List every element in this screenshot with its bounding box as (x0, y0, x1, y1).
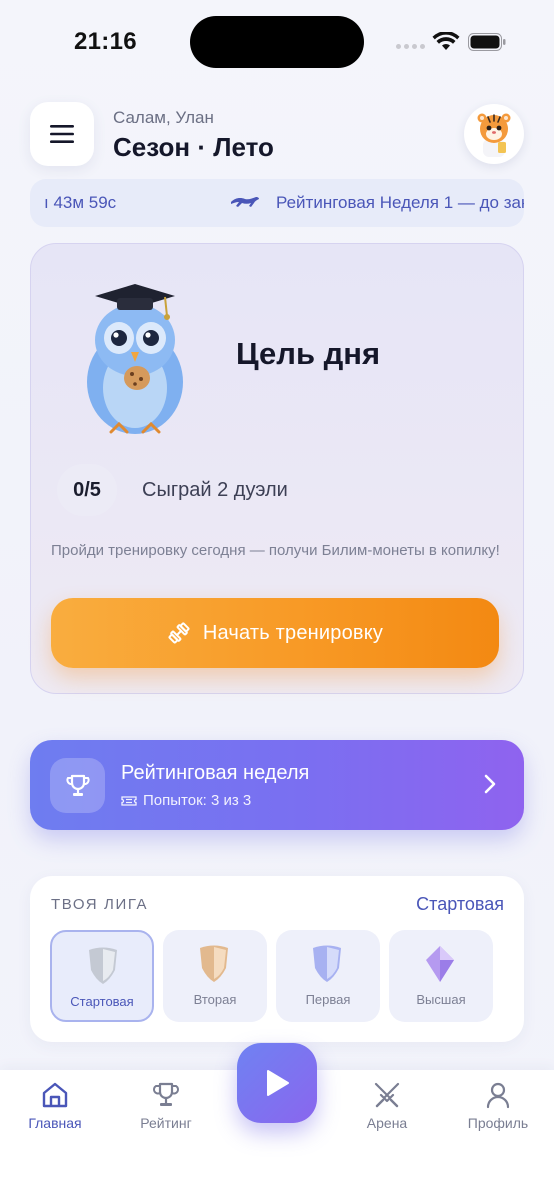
league-tier-starter[interactable]: Стартовая (50, 930, 154, 1022)
rating-week-title: Рейтинговая неделя (121, 762, 310, 784)
swords-icon (374, 1082, 400, 1108)
goal-progress-counter: 0/5 (57, 464, 117, 516)
trophy-icon (153, 1082, 179, 1106)
diamond-icon (426, 946, 454, 982)
league-current[interactable]: Стартовая (416, 894, 504, 915)
league-tier-second[interactable]: Вторая (163, 930, 267, 1022)
tier-label: Высшая (416, 992, 466, 1007)
nav-home-label: Главная (28, 1115, 82, 1131)
goal-note: Пройди тренировку сегодня — получи Билим… (51, 542, 500, 559)
tier-label: Первая (305, 992, 351, 1007)
announcement-ticker[interactable]: ı 43м 59с Рейтинговая Неделя 1 — до закр (30, 179, 524, 227)
battery-icon (468, 33, 506, 51)
goal-task: Сыграй 2 дуэли (142, 479, 288, 501)
rating-week-banner[interactable]: Рейтинговая неделя Попыток: 3 из 3 (30, 740, 524, 830)
ticker-message: Рейтинговая Неделя 1 — до закр (276, 193, 524, 212)
tier-label: Стартовая (70, 994, 134, 1009)
trophy-icon (65, 774, 90, 796)
league-card: ТВОЯ ЛИГА Стартовая Стартовая Вторая Пер… (30, 876, 524, 1042)
status-bar: 21:16 (0, 0, 554, 84)
page-title: Сезон · Лето (113, 132, 274, 162)
hamburger-icon (50, 125, 74, 143)
menu-button[interactable] (30, 102, 94, 166)
league-tier-first[interactable]: Первая (276, 930, 380, 1022)
dynamic-island (190, 16, 364, 68)
nav-profile[interactable]: Профиль (453, 1080, 543, 1140)
league-tiers: Стартовая Вторая Первая Высшая (50, 930, 504, 1022)
cheetah-icon (231, 197, 259, 207)
attempts-text: Попыток: 3 из 3 (143, 792, 252, 809)
league-tier-top[interactable]: Высшая (389, 930, 493, 1022)
play-icon (267, 1070, 289, 1096)
league-label: ТВОЯ ЛИГА (51, 896, 149, 913)
daily-goal-card: Цель дня 0/5 Сыграй 2 дуэли Пройди трени… (30, 243, 524, 694)
cellular-signal-icon (396, 44, 425, 49)
start-training-label: Начать тренировку (202, 621, 384, 644)
bronze-shield-icon (200, 945, 228, 982)
start-training-button[interactable]: Начать тренировку (51, 598, 499, 668)
nav-rating-label: Рейтинг (140, 1115, 192, 1131)
nav-home[interactable]: Главная (10, 1080, 100, 1140)
rating-trophy-badge (50, 758, 105, 813)
avatar[interactable] (464, 104, 524, 164)
wifi-icon (432, 32, 460, 50)
nav-arena-label: Арена (366, 1115, 408, 1131)
nav-profile-label: Профиль (467, 1115, 529, 1131)
play-button[interactable] (237, 1043, 317, 1123)
owl-mascot-icon (87, 284, 183, 434)
tiger-avatar-icon (477, 113, 511, 157)
ticker-timer: ı 43м 59с (44, 193, 117, 212)
ticket-icon (121, 795, 137, 806)
goal-title: Цель дня (236, 336, 381, 371)
home-icon (42, 1082, 68, 1108)
dumbbell-icon (168, 622, 190, 644)
status-time: 21:16 (74, 28, 137, 55)
rating-week-attempts: Попыток: 3 из 3 (121, 792, 251, 809)
chevron-right-icon (484, 774, 496, 794)
tier-label: Вторая (193, 992, 237, 1007)
nav-rating[interactable]: Рейтинг (121, 1080, 211, 1140)
blue-shield-icon (313, 945, 341, 982)
silver-shield-icon (89, 947, 117, 984)
greeting-text: Салам, Улан (113, 108, 214, 127)
nav-arena[interactable]: Арена (342, 1080, 432, 1140)
profile-icon (486, 1082, 510, 1109)
